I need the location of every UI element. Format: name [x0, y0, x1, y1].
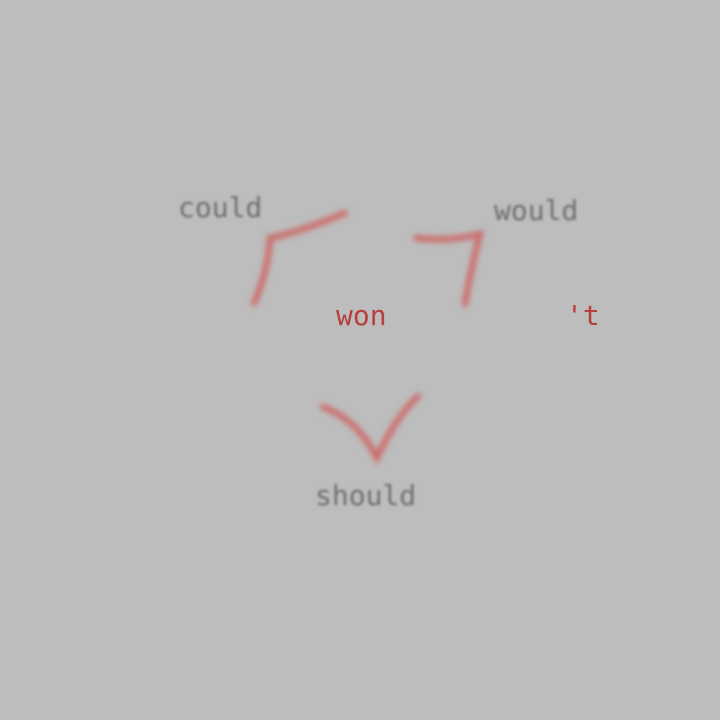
- word-would: would: [494, 194, 579, 227]
- word-won: won: [336, 299, 387, 332]
- stroke-would: [413, 229, 485, 307]
- stroke-should: [320, 393, 421, 465]
- stroke-could: [251, 210, 348, 306]
- word-contraction: 't: [566, 299, 600, 332]
- word-should: should: [315, 479, 417, 512]
- brush-strokes: [251, 210, 485, 465]
- word-could: could: [178, 191, 263, 224]
